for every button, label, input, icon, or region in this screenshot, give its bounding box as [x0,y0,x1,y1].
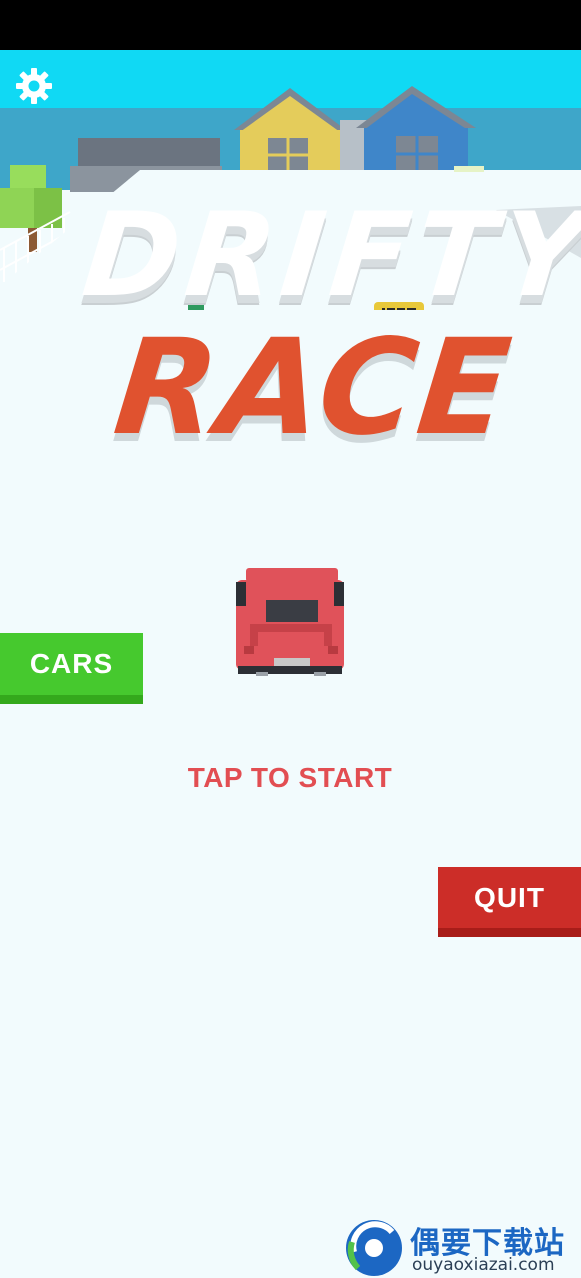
quit-button[interactable]: QUIT [438,867,581,937]
watermark-url: ouyaoxiazai.com [412,1255,555,1275]
status-bar [0,0,581,50]
player-car [236,568,344,676]
settings-button[interactable] [14,66,54,106]
blue-house [340,86,476,180]
cars-button[interactable]: CARS [0,633,143,704]
tap-to-start-prompt[interactable]: TAP TO START [140,762,440,794]
gear-icon [16,68,52,104]
title-drifty: DRIFTY [76,188,581,323]
yellow-house [234,88,346,180]
title-race: RACE [107,311,519,465]
